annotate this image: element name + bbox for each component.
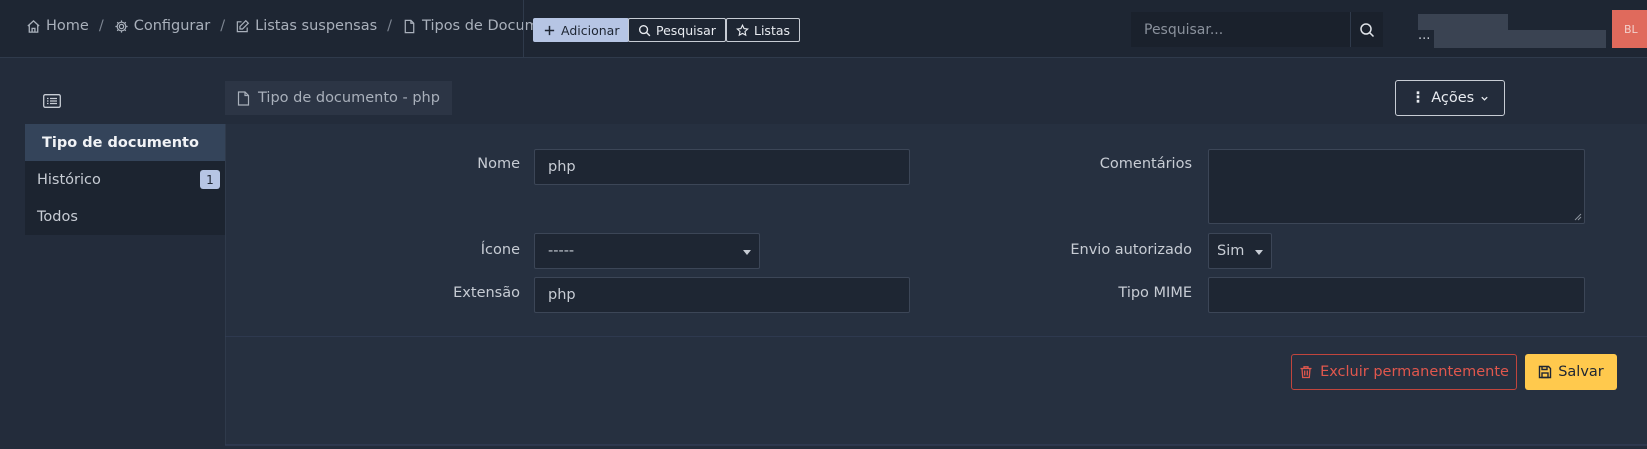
edit-icon <box>236 19 250 32</box>
global-search-submit[interactable] <box>1350 12 1383 47</box>
caret-down-icon <box>743 250 751 255</box>
breadcrumb-separator: / <box>387 18 393 34</box>
history-count-badge: 1 <box>200 170 220 189</box>
tipo-mime-input[interactable] <box>1208 277 1585 313</box>
global-search-input[interactable]: Pesquisar... <box>1131 12 1350 47</box>
breadcrumb-home[interactable]: Home <box>26 18 89 34</box>
resize-handle-icon[interactable] <box>1574 213 1582 221</box>
record-tab: Tipo de documento - php <box>225 81 452 115</box>
gear-icon <box>115 19 128 33</box>
nome-input[interactable]: php <box>534 149 910 185</box>
icone-label: Ícone <box>480 242 520 258</box>
breadcrumb-separator: / <box>98 18 104 34</box>
search-button[interactable]: Pesquisar <box>628 18 726 42</box>
breadcrumb-current: Tipos de Docum... <box>402 18 553 34</box>
file-icon <box>237 90 250 106</box>
search-icon <box>638 24 651 36</box>
star-icon <box>736 23 749 36</box>
sidebar-item-todos[interactable]: Todos <box>25 198 225 235</box>
toolbar-divider <box>523 0 524 58</box>
trash-icon <box>1300 366 1312 379</box>
extensao-label: Extensão <box>453 285 520 301</box>
user-info-redacted <box>1434 30 1606 48</box>
chevron-down-icon <box>1481 96 1488 101</box>
breadcrumb-separator: / <box>220 18 226 34</box>
avatar[interactable]: BL <box>1612 10 1647 48</box>
vertical-dots-icon: ⋮ <box>1410 90 1426 106</box>
breadcrumb-configurar[interactable]: Configurar <box>114 18 210 34</box>
user-name-redacted <box>1418 14 1508 30</box>
comentarios-label: Comentários <box>1099 156 1192 172</box>
sidebar-item-tipo-documento[interactable]: Tipo de documento <box>25 124 225 161</box>
actions-dropdown[interactable]: ⋮ Ações <box>1395 80 1505 116</box>
plus-icon <box>544 25 555 35</box>
search-icon <box>1360 22 1375 37</box>
panel-bottom-border <box>225 444 1647 446</box>
extensao-input[interactable]: php <box>534 277 910 313</box>
lists-button[interactable]: Listas <box>726 18 801 42</box>
list-toggle-icon[interactable] <box>43 94 61 108</box>
nome-label: Nome <box>477 156 520 172</box>
breadcrumb: Home / Configurar / Listas suspensas / T… <box>26 18 553 34</box>
tipo-mime-label: Tipo MIME <box>1118 285 1192 301</box>
breadcrumb-listas[interactable]: Listas suspensas <box>235 18 377 34</box>
caret-down-icon <box>1255 250 1263 255</box>
add-button[interactable]: Adicionar <box>533 18 630 42</box>
envio-autorizado-label: Envio autorizado <box>1070 242 1192 258</box>
save-button[interactable]: Salvar <box>1525 354 1617 390</box>
comentarios-textarea[interactable] <box>1208 149 1585 224</box>
record-sidebar: Tipo de documento Histórico 1 Todos <box>25 124 225 235</box>
file-icon <box>404 19 415 33</box>
sidebar-item-historico[interactable]: Histórico 1 <box>25 161 225 198</box>
envio-autorizado-select[interactable]: Sim <box>1208 233 1272 269</box>
form-divider <box>225 336 1647 337</box>
delete-permanently-button[interactable]: Excluir permanentemente <box>1291 354 1517 390</box>
save-icon <box>1539 365 1552 379</box>
user-menu-ellipsis[interactable]: ... <box>1418 28 1430 43</box>
home-icon <box>27 19 40 33</box>
icone-select[interactable]: ----- <box>534 233 760 269</box>
